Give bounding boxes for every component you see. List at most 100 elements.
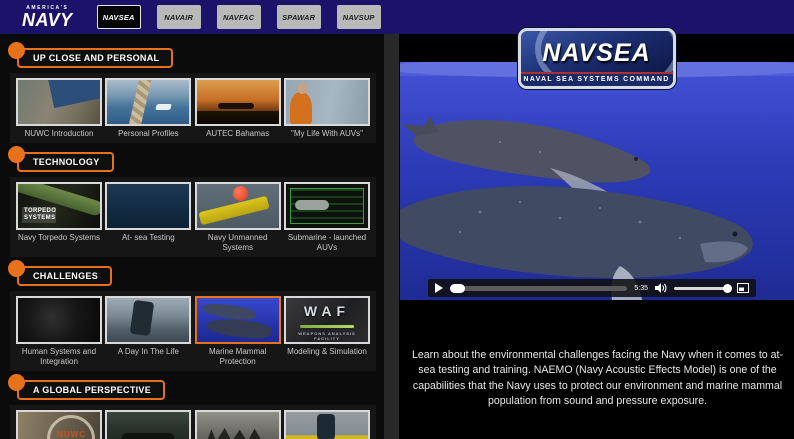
play-button[interactable]	[435, 283, 443, 293]
video-card[interactable]: "My Life With AUVs"	[284, 78, 370, 141]
progress-knob[interactable]	[450, 284, 465, 293]
video-controls-bar: 5:35	[428, 279, 756, 297]
whale-video-frame	[400, 62, 794, 300]
thumbnail-overlay-text: TORPEDO SYSTEMS	[22, 207, 56, 223]
video-card[interactable]: Marine Mammal Protection	[195, 296, 281, 369]
progress-bar[interactable]	[450, 286, 627, 291]
video-label: A Day In The Life	[105, 344, 191, 359]
category-header: CHALLENGES	[8, 260, 384, 286]
navsea-logo-title: NAVSEA	[521, 39, 673, 68]
video-label: Personal Profiles	[105, 126, 191, 141]
video-label: Human Systems and Integration	[16, 344, 102, 369]
video-label: AUTEC Bahamas	[195, 126, 281, 141]
video-thumbnail[interactable]	[16, 78, 102, 126]
video-strip: TORPEDO SYSTEMS Navy Torpedo SystemsAt- s…	[10, 177, 376, 257]
top-logo-strip: NAVSEA NAVAIR NAVFAC SPAWAR NAVSUP	[97, 5, 381, 29]
video-thumbnail[interactable]	[195, 182, 281, 230]
top-navigation-bar: AMERICA'S NAVY NAVSEANAVAIRNAVFACSPAWARN…	[0, 0, 794, 34]
video-description: Learn about the environmental challenges…	[407, 348, 788, 409]
top-logo-label: NAVAIR	[164, 13, 193, 22]
navsea-logo-subtitle: NAVAL SEA SYSTEMS COMMAND	[521, 72, 673, 86]
video-thumbnail[interactable]	[105, 410, 191, 439]
video-thumbnail[interactable]: WAF WEAPONS ANALYSIS FACILITY	[284, 296, 370, 344]
category-header: UP CLOSE AND PERSONAL	[8, 42, 384, 68]
time-display: 5:35	[634, 285, 648, 292]
panel-divider	[384, 34, 399, 439]
navsea-command-logo: NAVSEA NAVAL SEA SYSTEMS COMMAND	[518, 28, 676, 89]
video-thumbnail[interactable]	[195, 296, 281, 344]
video-thumbnail[interactable]	[195, 78, 281, 126]
player-panel: 5:35	[399, 34, 794, 439]
video-card[interactable]: Partnership Runs Deep	[284, 410, 370, 439]
top-logo-navsea[interactable]: NAVSEA	[97, 5, 141, 29]
video-thumbnail[interactable]: NUWC	[16, 410, 102, 439]
video-card[interactable]: Personal Profiles	[105, 78, 191, 141]
top-logo-label: NAVSEA	[103, 13, 135, 22]
video-card[interactable]: Navy Unmanned Systems	[195, 182, 281, 255]
video-card[interactable]: Submarine - launched AUVs	[284, 182, 370, 255]
video-card[interactable]: At- sea Testing	[105, 182, 191, 255]
video-label: Modeling & Simulation	[284, 344, 370, 359]
video-strip: NUWCWomen of NUWCNavy Today and Tommorro…	[10, 405, 376, 439]
americas-navy-logo[interactable]: AMERICA'S NAVY	[22, 6, 73, 29]
video-thumbnail[interactable]	[105, 296, 191, 344]
top-logo-navsup[interactable]: NAVSUP	[337, 5, 381, 29]
category-section: TECHNOLOGY TORPEDO SYSTEMS Navy Torpedo Sy…	[0, 146, 384, 257]
volume-slider[interactable]	[674, 287, 730, 290]
top-logo-navfac[interactable]: NAVFAC	[217, 5, 261, 29]
video-label: Navy Unmanned Systems	[195, 230, 281, 255]
top-logo-label: NAVSUP	[343, 13, 375, 22]
main-content: UP CLOSE AND PERSONAL NUWC IntroductionPe…	[0, 34, 794, 439]
category-section: UP CLOSE AND PERSONAL NUWC IntroductionPe…	[0, 42, 384, 143]
video-card[interactable]: A Day In The Life	[105, 296, 191, 369]
video-thumbnail[interactable]	[195, 410, 281, 439]
video-label: "My Life With AUVs"	[284, 126, 370, 141]
video-thumbnail[interactable]	[16, 296, 102, 344]
video-thumbnail[interactable]: TORPEDO SYSTEMS	[16, 182, 102, 230]
category-title: TECHNOLOGY	[17, 152, 114, 172]
category-header: A GLOBAL PERSPECTIVE	[8, 374, 384, 400]
video-thumbnail[interactable]	[284, 78, 370, 126]
video-thumbnail[interactable]	[105, 78, 191, 126]
video-card[interactable]: Navy Today and Tommorrow	[105, 410, 191, 439]
video-card[interactable]: AUTEC Bahamas	[195, 78, 281, 141]
video-card[interactable]: TORPEDO SYSTEMS Navy Torpedo Systems	[16, 182, 102, 255]
video-strip: NUWC IntroductionPersonal Profiles AUTEC …	[10, 73, 376, 143]
video-player[interactable]: 5:35	[400, 62, 794, 300]
category-bullet-icon	[8, 146, 25, 163]
video-label: Navy Torpedo Systems	[16, 230, 102, 245]
thumbnail-overlay-subtext: WEAPONS ANALYSIS FACILITY	[286, 331, 368, 341]
thumbnail-overlay-text: WAF	[286, 303, 368, 319]
category-bullet-icon	[8, 260, 25, 277]
category-header: TECHNOLOGY	[8, 146, 384, 172]
video-label: At- sea Testing	[105, 230, 191, 245]
video-card[interactable]: Exploring History	[195, 410, 281, 439]
category-title: UP CLOSE AND PERSONAL	[17, 48, 173, 68]
volume-icon[interactable]	[655, 283, 667, 293]
category-section: A GLOBAL PERSPECTIVE NUWCWomen of NUWCNav…	[0, 374, 384, 439]
video-strip: Human Systems and IntegrationA Day In Th…	[10, 291, 376, 371]
video-thumbnail[interactable]	[105, 182, 191, 230]
top-logo-navair[interactable]: NAVAIR	[157, 5, 201, 29]
video-card[interactable]: WAF WEAPONS ANALYSIS FACILITY Modeling & S…	[284, 296, 370, 369]
volume-knob[interactable]	[723, 284, 732, 293]
top-logo-label: SPAWAR	[282, 13, 315, 22]
thumbnail-overlay-text: NUWC	[57, 430, 86, 439]
americas-navy-big-text: NAVY	[22, 11, 73, 29]
video-thumbnail[interactable]	[284, 410, 370, 439]
category-title: CHALLENGES	[17, 266, 112, 286]
video-card[interactable]: NUWCWomen of NUWC	[16, 410, 102, 439]
category-title: A GLOBAL PERSPECTIVE	[17, 380, 165, 400]
category-section: CHALLENGES Human Systems and IntegrationA…	[0, 260, 384, 371]
top-logo-label: NAVFAC	[223, 13, 254, 22]
video-label: Marine Mammal Protection	[195, 344, 281, 369]
video-label: Submarine - launched AUVs	[284, 230, 370, 255]
video-thumbnail[interactable]	[284, 182, 370, 230]
video-card[interactable]: NUWC Introduction	[16, 78, 102, 141]
category-bullet-icon	[8, 374, 25, 391]
video-category-panel: UP CLOSE AND PERSONAL NUWC IntroductionPe…	[0, 34, 384, 439]
fullscreen-icon[interactable]	[737, 283, 749, 293]
top-logo-spawar[interactable]: SPAWAR	[277, 5, 321, 29]
video-card[interactable]: Human Systems and Integration	[16, 296, 102, 369]
category-bullet-icon	[8, 42, 25, 59]
